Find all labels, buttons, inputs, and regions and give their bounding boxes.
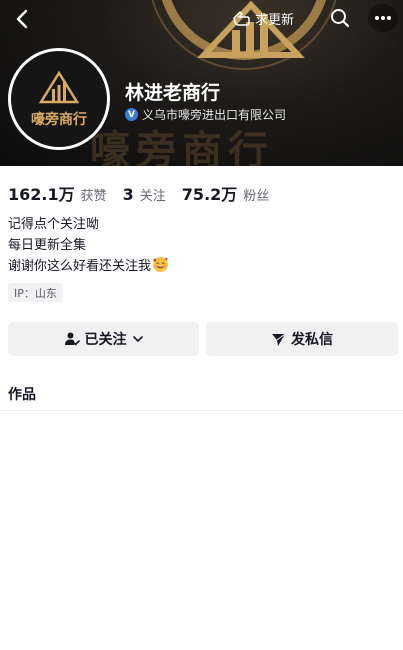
profile-stats: 162.1万 获赞 3 关注 75.2万 粉丝 bbox=[8, 181, 269, 205]
stat-followers-label: 粉丝 bbox=[243, 189, 270, 204]
background-watermark-text: 嚎旁商行 bbox=[90, 127, 274, 166]
smiling-face-with-hearts-icon bbox=[152, 256, 169, 273]
avatar-logo: 嚎旁商行 bbox=[11, 51, 107, 147]
stat-following[interactable]: 3 关注 bbox=[123, 185, 166, 204]
bio-line-3-text: 谢谢你这么好看还关注我 bbox=[8, 259, 152, 274]
paper-plane-icon bbox=[272, 333, 286, 346]
stat-following-value: 3 bbox=[122, 185, 134, 204]
send-message-label: 发私信 bbox=[291, 332, 333, 348]
bio-line-1: 记得点个关注呦 bbox=[8, 217, 100, 232]
stat-followers[interactable]: 75.2万 粉丝 bbox=[182, 181, 270, 205]
search-icon[interactable] bbox=[328, 6, 352, 30]
profile-bio: 记得点个关注呦 每日更新全集 谢谢你这么好看还关注我 bbox=[8, 214, 169, 277]
tab-divider bbox=[0, 410, 403, 411]
request-update-button[interactable]: 求更新 bbox=[231, 6, 294, 30]
bio-line-3: 谢谢你这么好看还关注我 bbox=[8, 256, 169, 277]
avatar[interactable]: 嚎旁商行 bbox=[8, 48, 110, 150]
top-bar: 求更新 bbox=[0, 0, 403, 36]
profile-name: 林进老商行 bbox=[125, 82, 221, 104]
avatar-brand-text: 嚎旁商行 bbox=[31, 112, 87, 128]
back-button[interactable] bbox=[10, 6, 36, 32]
user-check-icon bbox=[64, 332, 80, 346]
more-dots-icon bbox=[375, 16, 391, 20]
chevron-down-icon bbox=[132, 336, 143, 342]
profile-header: 嚎旁商行 求更新 嚎旁商行 林进老商行 V 义乌市嚎旁进出口有限公司 bbox=[0, 0, 403, 166]
followed-button-label: 已关注 bbox=[84, 332, 127, 348]
tab-works[interactable]: 作品 bbox=[8, 384, 36, 404]
stat-likes-value: 162.1万 bbox=[8, 185, 75, 204]
stat-likes-label: 获赞 bbox=[80, 189, 107, 204]
verified-badge-icon: V bbox=[125, 108, 138, 121]
stat-followers-value: 75.2万 bbox=[181, 185, 238, 204]
bio-line-2: 每日更新全集 bbox=[8, 238, 87, 253]
followed-button[interactable]: 已关注 bbox=[8, 322, 199, 356]
more-options-button[interactable] bbox=[368, 4, 398, 32]
send-message-button[interactable]: 发私信 bbox=[206, 322, 398, 356]
logo-icon bbox=[38, 70, 80, 104]
verified-company-name: 义乌市嚎旁进出口有限公司 bbox=[142, 108, 287, 122]
request-update-label: 求更新 bbox=[255, 12, 295, 28]
stat-likes[interactable]: 162.1万 获赞 bbox=[8, 181, 107, 205]
verified-company: V 义乌市嚎旁进出口有限公司 bbox=[125, 106, 286, 123]
ip-location-tag: IP：山东 bbox=[8, 283, 63, 302]
hand-icon bbox=[233, 11, 250, 26]
stat-following-label: 关注 bbox=[139, 189, 166, 204]
